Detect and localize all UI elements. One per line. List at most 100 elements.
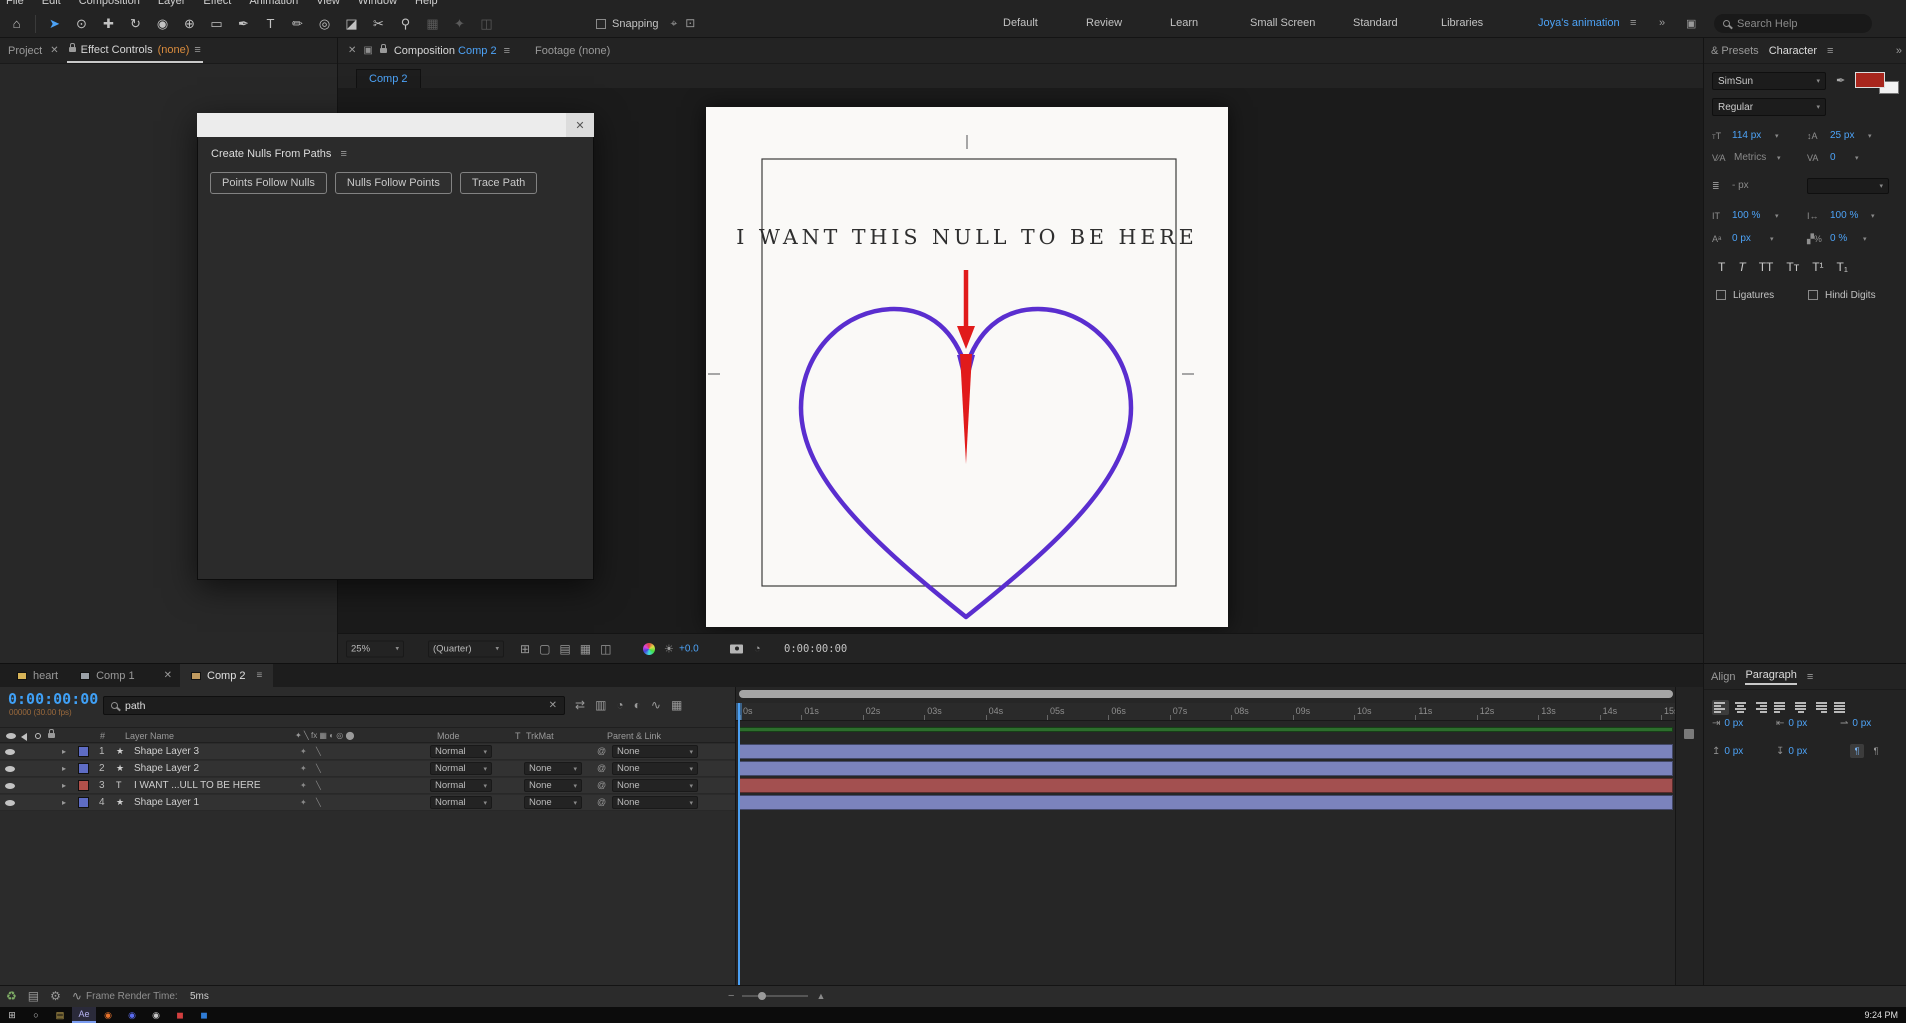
layer-row-4[interactable]: ▸ 4 ★ Shape Layer 1 ✦ ╲ Normal ▾ None ▾ @ None ▾ <box>0 795 735 811</box>
indent-right-field-value[interactable]: 0 px <box>1788 718 1807 729</box>
visibility-eye-icon[interactable] <box>5 766 15 772</box>
tab-align[interactable]: Align <box>1711 671 1735 683</box>
workspace-small-screen[interactable]: Small Screen <box>1250 17 1315 29</box>
dialog-button-points-follow-nulls[interactable]: Points Follow Nulls <box>210 172 327 194</box>
trkmat-dropdown[interactable]: None ▾ <box>524 762 582 775</box>
layer-name[interactable]: Shape Layer 1 <box>134 797 199 808</box>
show-snapshot-icon[interactable]: ◔ <box>754 643 761 655</box>
tab-effects-presets[interactable]: & Presets <box>1711 45 1759 57</box>
menu-effect[interactable]: Effect <box>203 0 231 10</box>
layer-row-2[interactable]: ▸ 2 ★ Shape Layer 2 ✦ ╲ Normal ▾ None ▾ @ None ▾ <box>0 761 735 777</box>
parent-dropdown[interactable]: None ▾ <box>612 779 698 792</box>
timeline-tab-comp-1[interactable]: Comp 1 <box>69 664 146 688</box>
label-color-chip[interactable] <box>78 797 89 808</box>
trkmat-dropdown[interactable]: None ▾ <box>524 796 582 809</box>
panel-menu-icon[interactable]: ≡ <box>1827 45 1833 57</box>
font-family-dropdown[interactable]: SimSun ▾ <box>1712 72 1826 90</box>
workspace-default[interactable]: Default <box>1003 17 1038 29</box>
caret-icon[interactable]: ▾ <box>1871 212 1875 220</box>
outlook-taskbar-icon[interactable]: ◼ <box>192 1007 216 1023</box>
kerning-value[interactable]: Metrics <box>1734 152 1766 163</box>
vertical-scale-value[interactable]: 100 % <box>1732 210 1760 221</box>
menu-edit[interactable]: Edit <box>42 0 61 10</box>
after-effects-taskbar-icon[interactable]: Ae <box>72 1007 96 1023</box>
layer-name[interactable]: Shape Layer 3 <box>134 746 199 757</box>
quality-switch-icon[interactable]: ✦ <box>300 764 307 773</box>
expander-icon[interactable]: ▸ <box>62 747 66 756</box>
mode-dropdown[interactable]: Normal ▾ <box>430 745 492 758</box>
render-status-icon[interactable]: ♻ <box>6 989 17 1003</box>
caret-icon[interactable]: ▾ <box>1868 132 1872 140</box>
tab-composition[interactable]: Composition Comp 2 <box>394 45 497 57</box>
layer-name[interactable]: I WANT ...ULL TO BE HERE <box>134 780 261 791</box>
resolution-dropdown[interactable]: (Quarter) ▾ <box>428 640 504 657</box>
first-line-indent-field[interactable]: ⇀ 0 px <box>1840 718 1871 729</box>
workspace-standard[interactable]: Standard <box>1353 17 1398 29</box>
mode-dropdown[interactable]: Normal ▾ <box>430 779 492 792</box>
firefox-taskbar-icon[interactable]: ◉ <box>96 1007 120 1023</box>
caret-icon[interactable]: ▾ <box>1863 235 1867 243</box>
trkmat-dropdown[interactable]: None ▾ <box>524 779 582 792</box>
mode-dropdown[interactable]: Normal ▾ <box>430 796 492 809</box>
panel-menu-icon[interactable]: ≡ <box>340 148 346 160</box>
all-caps-button[interactable]: TT <box>1759 260 1774 274</box>
faux-italic-button[interactable]: T <box>1738 260 1745 274</box>
exposure-icon[interactable]: ☀ <box>664 642 674 655</box>
toggle-mask-visibility-icon[interactable]: ▢ <box>539 642 550 656</box>
parent-dropdown[interactable]: None ▾ <box>612 762 698 775</box>
collapse-switch-icon[interactable]: ╲ <box>316 781 321 790</box>
indent-left-field-value[interactable]: 0 px <box>1724 718 1743 729</box>
transparency-grid-icon[interactable]: ▦ <box>580 642 591 656</box>
panel-overflow-icon[interactable]: » <box>1896 45 1902 57</box>
subscript-button[interactable]: T₁ <box>1837 260 1848 274</box>
layers-icon[interactable]: ▤ <box>28 989 39 1003</box>
ligatures-checkbox[interactable] <box>1716 290 1726 300</box>
visibility-eye-icon[interactable] <box>5 783 15 789</box>
layer-row-3[interactable]: ▸ 3 T I WANT ...ULL TO BE HERE ✦ ╲ Normal ▾ None… <box>0 778 735 794</box>
tab-project[interactable]: Project <box>8 45 42 57</box>
time-ruler[interactable]: 0s 01s 02s 03s 04s 05s 06s 07s 08s 09s 10s 11s 12s 13… <box>736 703 1679 721</box>
tracking-value[interactable]: 0 <box>1830 152 1836 163</box>
settings-icon[interactable]: ⚙ <box>50 989 61 1003</box>
parent-pickwhip-icon[interactable]: @ <box>597 797 606 807</box>
file-explorer-taskbar-icon[interactable]: ▤ <box>48 1007 72 1023</box>
menu-view[interactable]: View <box>316 0 340 10</box>
justify-last-center-button[interactable] <box>1792 700 1809 715</box>
small-caps-button[interactable]: Tт <box>1786 260 1799 274</box>
panel-menu-icon[interactable]: ≡ <box>194 44 200 56</box>
zoom-slider-handle[interactable] <box>758 992 767 1000</box>
justify-left-button[interactable] <box>1712 700 1729 715</box>
workspace-overflow-icon[interactable]: » <box>1659 17 1665 29</box>
font-style-dropdown[interactable]: Regular ▾ <box>1712 98 1826 116</box>
workspace-joya-s-animation[interactable]: Joya's animation <box>1538 17 1620 29</box>
zoom-in-mountain-icon[interactable]: ▲ <box>816 991 825 1001</box>
parent-dropdown[interactable]: None ▾ <box>612 745 698 758</box>
indent-left-field[interactable]: ⇥ 0 px <box>1712 718 1743 729</box>
collapse-switch-icon[interactable]: ╲ <box>316 798 321 807</box>
baseline-shift-value[interactable]: 0 px <box>1732 233 1751 244</box>
space-after-field-value[interactable]: 0 px <box>1788 746 1807 757</box>
preview-time[interactable]: 0:00:00:00 <box>784 643 847 655</box>
indent-right-field[interactable]: ⇤ 0 px <box>1776 718 1807 729</box>
current-time-indicator[interactable] <box>736 703 742 985</box>
stroke-width-value[interactable]: - px <box>1732 180 1749 191</box>
menu-composition[interactable]: Composition <box>79 0 140 10</box>
fill-color-swatch[interactable] <box>1855 72 1899 94</box>
panel-menu-icon[interactable]: ≡ <box>504 45 510 57</box>
parent-pickwhip-icon[interactable]: @ <box>597 746 606 756</box>
collapse-switch-icon[interactable]: ╲ <box>316 747 321 756</box>
eyedropper-icon[interactable]: ✒ <box>1836 74 1845 87</box>
tab-effect-controls[interactable]: Effect Controls (none) ≡ <box>66 38 203 63</box>
expander-icon[interactable]: ▸ <box>62 798 66 807</box>
workspace-learn[interactable]: Learn <box>1170 17 1198 29</box>
menu-window[interactable]: Window <box>358 0 397 10</box>
layer-duration-bar-2[interactable] <box>739 761 1673 776</box>
first-line-indent-field-value[interactable]: 0 px <box>1852 718 1871 729</box>
rtl-direction-button[interactable]: ¶ <box>1869 744 1883 758</box>
link-icon[interactable]: ∿ <box>72 989 82 1003</box>
search-taskbar-icon[interactable]: ○ <box>24 1007 48 1023</box>
zoom-dropdown[interactable]: 25% ▾ <box>346 640 404 657</box>
layer-duration-bar-1[interactable] <box>739 744 1673 759</box>
menu-file[interactable]: File <box>6 0 24 10</box>
time-navigator[interactable] <box>739 690 1673 698</box>
